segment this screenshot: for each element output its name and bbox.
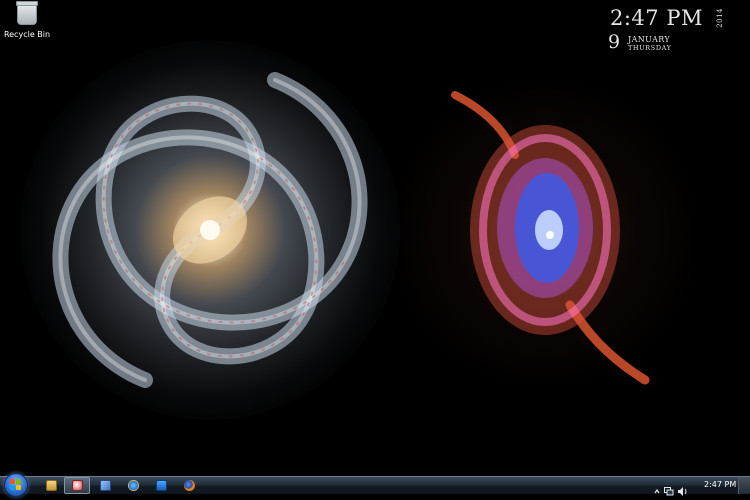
show-desktop-button[interactable]: [738, 477, 750, 494]
recycle-bin-label: Recycle Bin: [3, 30, 51, 39]
show-hidden-icons-arrow[interactable]: [654, 481, 660, 494]
internet-explorer-icon: [127, 480, 139, 491]
control-panel-icon: [99, 480, 111, 491]
gadget-month: JANUARY: [628, 35, 671, 44]
taskbar-firefox[interactable]: [176, 477, 202, 494]
recycle-bin-icon: [16, 1, 38, 25]
gadget-day: 9: [608, 31, 621, 53]
gadget-weekday: THURSDAY: [628, 44, 672, 52]
windows-logo-icon: [10, 479, 22, 491]
paint-icon: [71, 480, 83, 491]
volume-icon[interactable]: [678, 481, 688, 496]
taskbar-paint[interactable]: [64, 477, 90, 494]
clock-gadget[interactable]: 2:47 PM 2014 9 JANUARY THURSDAY: [608, 6, 728, 53]
taskbar-clock[interactable]: 2:47 PM: [704, 480, 736, 489]
cats-eye-nebula-art: [451, 91, 650, 385]
gadget-time: 2:47 PM: [610, 6, 703, 30]
nebula-wallpaper-image: [395, 70, 695, 410]
network-icon[interactable]: [664, 481, 674, 496]
galaxy-spiral-art: [52, 72, 368, 388]
desktop: Recycle Bin 2:47 PM 2014 9 JANUARY THURS…: [0, 0, 750, 476]
recycle-bin-desktop-icon[interactable]: Recycle Bin: [2, 1, 52, 39]
taskbar-internet-explorer[interactable]: [120, 477, 146, 494]
windows-explorer-icon: [45, 480, 57, 491]
taskbar-windows-explorer[interactable]: [38, 477, 64, 494]
taskbar-remote-desktop[interactable]: [148, 477, 174, 494]
galaxy-wallpaper-image: [20, 40, 400, 420]
taskbar: 2:47 PM: [0, 473, 750, 497]
remote-desktop-icon: [155, 480, 167, 491]
start-button[interactable]: [4, 473, 28, 497]
system-tray: [654, 477, 694, 496]
taskbar-control-panel[interactable]: [92, 477, 118, 494]
gadget-year: 2014: [716, 8, 724, 28]
firefox-icon: [183, 480, 195, 491]
